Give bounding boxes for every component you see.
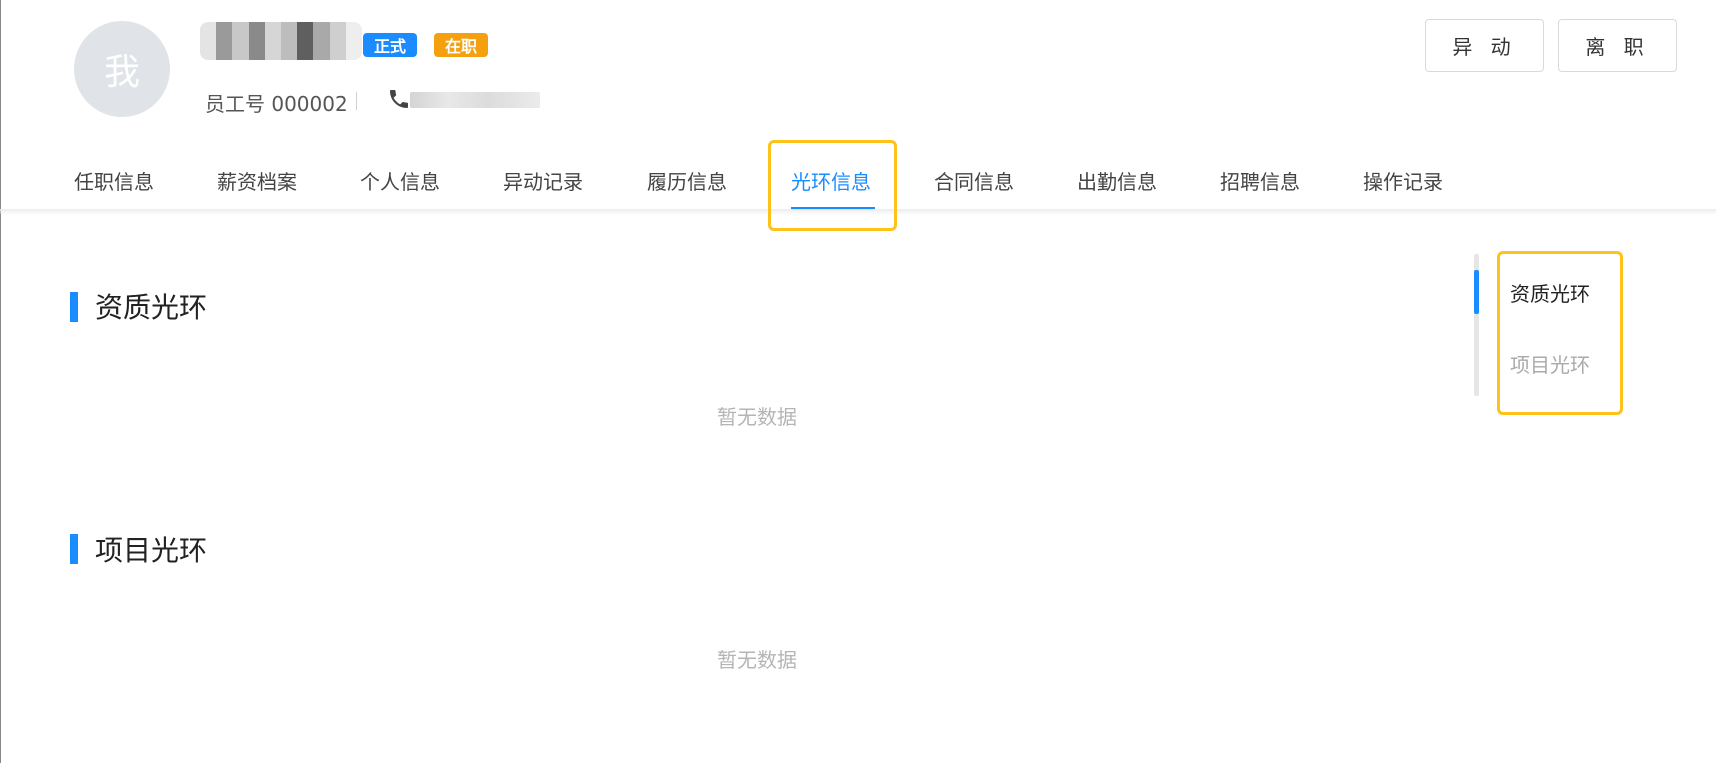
- tab-attendance-info[interactable]: 出勤信息: [1077, 166, 1157, 195]
- status-badge-formal: 正式: [363, 33, 418, 57]
- tab-recruitment-info[interactable]: 招聘信息: [1220, 166, 1300, 195]
- section-marker: [70, 534, 78, 564]
- tab-contract-info[interactable]: 合同信息: [934, 166, 1014, 195]
- tab-operation-records[interactable]: 操作记录: [1363, 166, 1443, 195]
- section-title-qualification-halo: 资质光环: [95, 291, 208, 324]
- avatar: 我: [74, 21, 170, 117]
- employee-number: 员工号 000002: [205, 92, 348, 116]
- empty-state-text: 暂无数据: [717, 405, 797, 429]
- tab-change-records[interactable]: 异动记录: [503, 166, 583, 195]
- highlight-box-tab: [768, 140, 897, 231]
- empty-state-text: 暂无数据: [717, 648, 797, 672]
- resign-button[interactable]: 离 职: [1558, 19, 1677, 72]
- tab-job-info[interactable]: 任职信息: [74, 166, 154, 195]
- section-title-project-halo: 项目光环: [95, 534, 208, 567]
- section-marker: [70, 292, 78, 322]
- tab-personal-info[interactable]: 个人信息: [360, 166, 440, 195]
- divider: [356, 92, 357, 110]
- tab-salary-file[interactable]: 薪资档案: [217, 166, 297, 195]
- employee-name-redacted: [200, 22, 362, 60]
- phone-icon: [390, 90, 408, 108]
- highlight-box-anchor-nav: [1497, 251, 1623, 415]
- transfer-button[interactable]: 异 动: [1425, 19, 1544, 72]
- anchor-item-project-halo[interactable]: 项目光环: [1510, 349, 1590, 378]
- anchor-active-indicator: [1474, 270, 1479, 314]
- phone-number-redacted: [410, 92, 540, 108]
- status-badge-active: 在职: [434, 33, 489, 57]
- tab-resume-info[interactable]: 履历信息: [647, 166, 727, 195]
- window-edge: [0, 0, 1, 763]
- anchor-item-qualification-halo[interactable]: 资质光环: [1510, 278, 1590, 307]
